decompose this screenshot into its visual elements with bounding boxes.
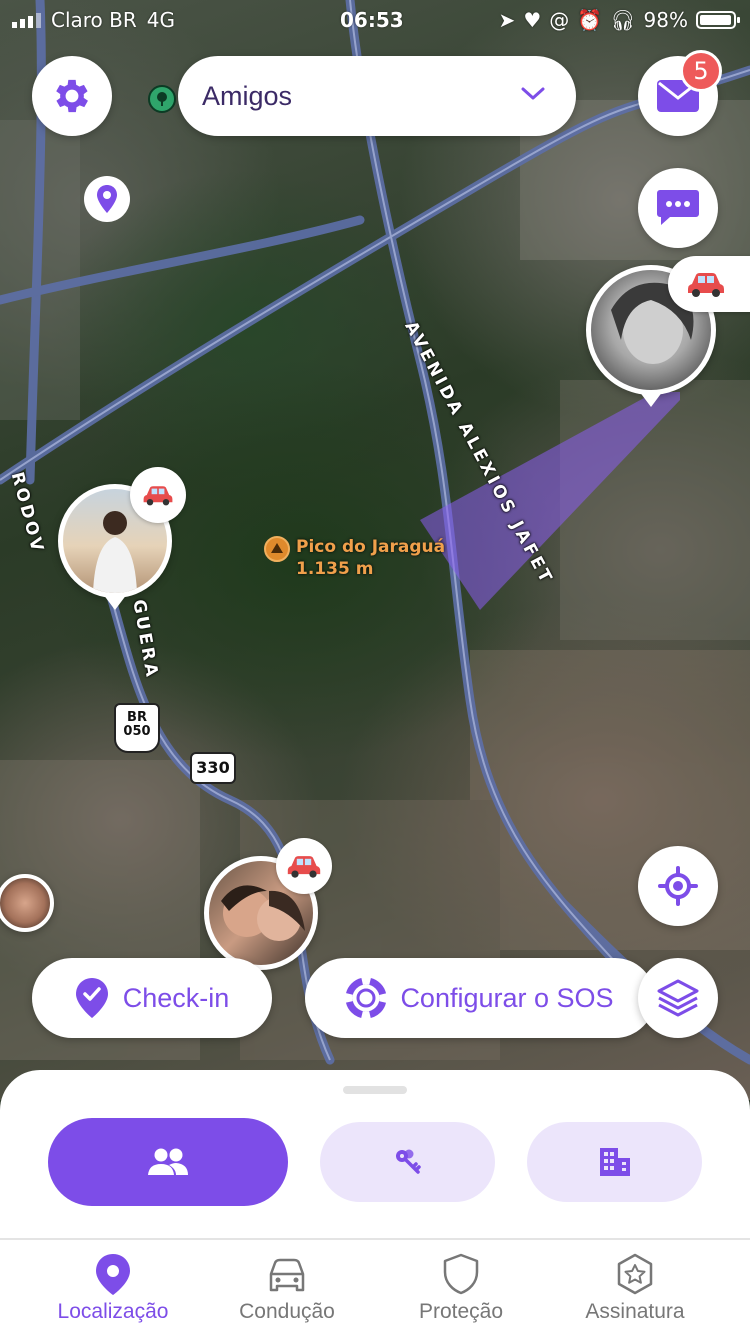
tab-label: Localização: [57, 1300, 169, 1323]
battery-percent: 98%: [643, 8, 688, 32]
poi-elevation: 1.135 m: [296, 559, 374, 579]
car-icon: [143, 486, 173, 506]
tab-label: Proteção: [418, 1300, 504, 1323]
signal-icon: [12, 12, 41, 28]
shield-br-line1: BR: [127, 710, 147, 725]
crosshair-icon: [658, 866, 698, 906]
segment-people[interactable]: [48, 1118, 288, 1206]
friend-marker-4[interactable]: [0, 874, 54, 932]
poi-pico-do-jaragua[interactable]: Pico do Jaraguá 1.135 m: [264, 536, 445, 580]
shield-icon: [443, 1253, 479, 1295]
at-icon: @: [549, 8, 570, 32]
tab-label: Assinatura: [585, 1300, 685, 1323]
location-pin-icon: [96, 1254, 130, 1295]
car-icon: [269, 1258, 305, 1292]
saved-place-marker[interactable]: [84, 176, 130, 222]
avatar: [0, 874, 54, 932]
headphones-icon: 🎧︎: [610, 8, 636, 32]
settings-button[interactable]: [32, 56, 112, 136]
car-icon: [287, 856, 321, 878]
lifebuoy-icon: [346, 978, 387, 1018]
heart-icon: ♥: [523, 8, 542, 32]
tree-icon: [148, 85, 176, 113]
network-label: 4G: [146, 8, 176, 32]
tab-assinatura[interactable]: Assinatura: [545, 1242, 725, 1324]
tab-label: Condução: [239, 1300, 335, 1323]
segment-places[interactable]: [527, 1122, 702, 1202]
group-selector-label: Amigos: [202, 80, 293, 111]
chevron-down-icon: [521, 87, 545, 100]
bottom-sheet: Localização Condução Proteção Assinatura: [0, 1070, 750, 1334]
location-pin-icon: [97, 185, 117, 213]
driving-status-badge: [276, 838, 332, 894]
driving-status-pill[interactable]: [668, 256, 750, 312]
configure-sos-label: Configurar o SOS: [400, 982, 614, 1013]
chat-button[interactable]: [638, 168, 718, 248]
tabbar-divider: [0, 1238, 750, 1240]
tab-conducao[interactable]: Condução: [197, 1242, 377, 1324]
people-icon: [148, 1148, 188, 1175]
layers-icon: [657, 979, 699, 1017]
unread-badge: 5: [680, 50, 722, 92]
map-layers-button[interactable]: [638, 958, 718, 1038]
location-arrow-icon: ➤: [498, 8, 516, 32]
tab-bar: Localização Condução Proteção Assinatura: [0, 1242, 750, 1334]
carrier-label: Claro BR: [51, 8, 137, 32]
battery-icon: [696, 11, 740, 29]
sheet-drag-handle[interactable]: [343, 1086, 407, 1094]
check-in-label: Check-in: [122, 982, 230, 1013]
highway-shield-br050: BR 050: [114, 703, 160, 753]
check-pin-icon: [75, 978, 108, 1018]
gear-icon: [56, 79, 88, 113]
highway-shield-330: 330: [190, 752, 236, 784]
chat-bubble-icon: [657, 190, 699, 225]
car-icon: [688, 273, 724, 297]
messages-button[interactable]: 5: [638, 50, 722, 136]
poi-name: Pico do Jaraguá: [296, 537, 446, 557]
building-icon: [599, 1148, 630, 1176]
recenter-button[interactable]: [638, 846, 718, 926]
status-bar: Claro BR 4G 06:53 ➤ ♥ @ ⏰ 🎧︎ 98%: [0, 0, 750, 40]
group-selector-dropdown[interactable]: Amigos: [178, 56, 576, 136]
clock: 06:53: [340, 8, 404, 32]
shield-br-line2: 050: [123, 724, 151, 739]
check-in-button[interactable]: Check-in: [32, 958, 272, 1038]
star-badge-icon: [617, 1253, 653, 1295]
tab-localizacao[interactable]: Localização: [23, 1242, 203, 1324]
driving-status-badge: [130, 467, 186, 523]
tab-protecao[interactable]: Proteção: [371, 1242, 551, 1324]
configure-sos-button[interactable]: Configurar o SOS: [305, 958, 655, 1038]
keys-icon: [395, 1149, 421, 1174]
segment-keys[interactable]: [320, 1122, 495, 1202]
alarm-icon: ⏰: [577, 8, 603, 32]
mountain-icon: [264, 536, 290, 562]
